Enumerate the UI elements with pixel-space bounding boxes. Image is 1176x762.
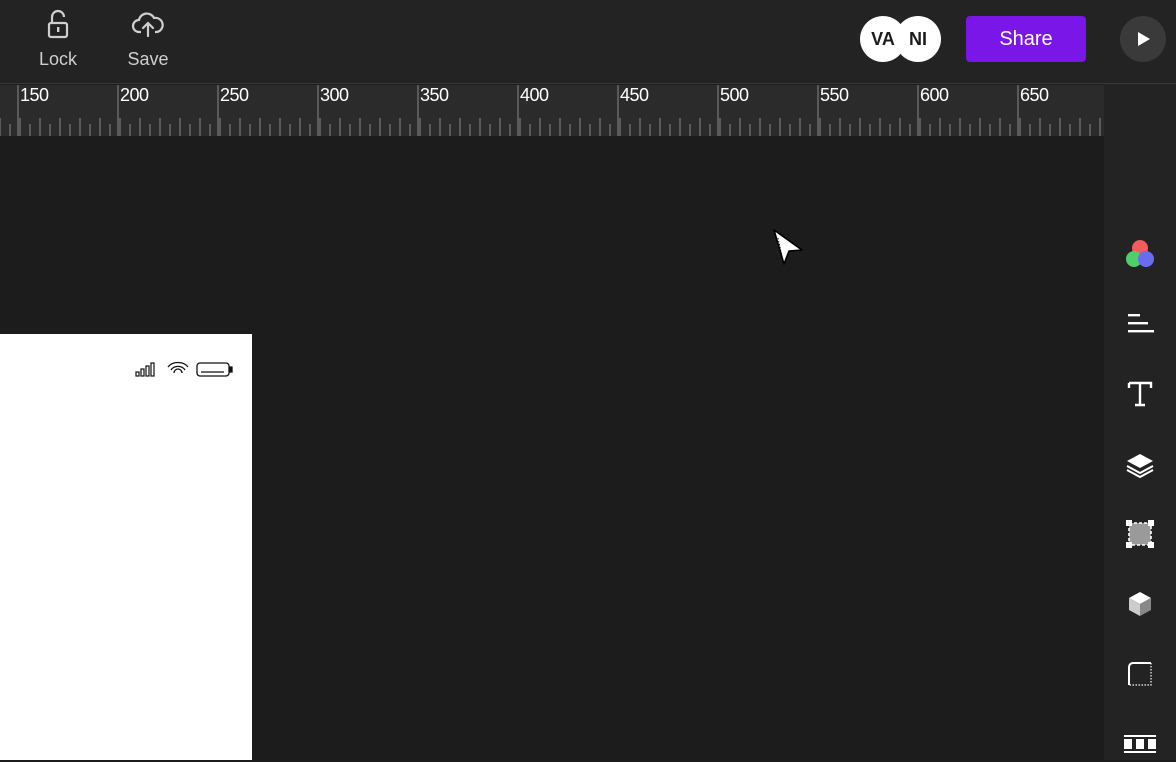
share-button[interactable]: Share [966, 16, 1086, 62]
horizontal-ruler[interactable]: 150 200 250 300 350 400 450 500 550 600 … [0, 85, 1104, 136]
text-icon [1127, 381, 1153, 407]
ruler-label: 350 [420, 85, 449, 105]
ruler-label: 400 [520, 85, 549, 105]
mouse-cursor-icon [773, 229, 803, 265]
selection-frame-icon [1126, 520, 1154, 548]
ruler-label: 200 [120, 85, 149, 105]
play-icon [1138, 32, 1150, 46]
save-label: Save [127, 49, 169, 69]
corner-radius-icon [1128, 662, 1152, 686]
frame-tool-button[interactable] [1122, 516, 1158, 552]
text-tool-button[interactable] [1122, 376, 1158, 412]
ruler-label: 500 [720, 85, 749, 105]
ruler-label: 600 [920, 85, 949, 105]
top-toolbar: Lock Save VA NI Share [0, 0, 1176, 84]
align-left-icon [1128, 314, 1154, 333]
save-button[interactable]: Save [113, 8, 183, 72]
ruler-label: 150 [20, 85, 49, 105]
color-palette-icon [1126, 240, 1154, 267]
3d-object-icon [1129, 592, 1151, 616]
ruler-label: 250 [220, 85, 249, 105]
unlock-icon [47, 9, 69, 39]
grid-layout-icon [1124, 735, 1156, 753]
play-button[interactable] [1120, 16, 1166, 62]
ruler-label: 650 [1020, 85, 1049, 105]
color-palette-button[interactable] [1122, 237, 1158, 273]
avatar[interactable]: NI [895, 16, 941, 62]
lock-label: Lock [38, 49, 78, 69]
layers-icon [1126, 454, 1154, 479]
wifi-icon [167, 361, 189, 374]
ruler-label: 300 [320, 85, 349, 105]
right-tool-panel [1104, 84, 1176, 760]
layout-grid-button[interactable] [1122, 726, 1158, 762]
phone-status-bar [135, 361, 233, 377]
battery-icon [196, 362, 233, 377]
3d-tool-button[interactable] [1122, 586, 1158, 622]
cloud-upload-icon [131, 12, 164, 38]
signal-icon [135, 362, 155, 377]
artboard[interactable] [0, 334, 252, 760]
ruler-label: 550 [820, 85, 849, 105]
corner-radius-button[interactable] [1122, 656, 1158, 692]
layers-button[interactable] [1122, 447, 1158, 483]
align-button[interactable] [1122, 306, 1158, 342]
ruler-label: 450 [620, 85, 649, 105]
lock-button[interactable]: Lock [23, 8, 93, 72]
